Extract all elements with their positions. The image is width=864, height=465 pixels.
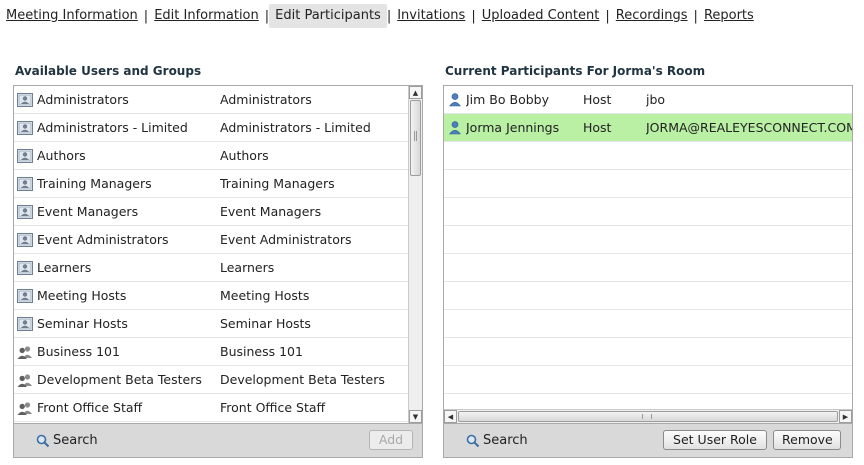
row-name: Front Office Staff bbox=[37, 400, 143, 415]
row-group: Business 101 bbox=[220, 344, 303, 359]
empty-row bbox=[444, 142, 852, 170]
tab-reports[interactable]: Reports bbox=[698, 4, 760, 28]
participants-search-label: Search bbox=[483, 433, 528, 448]
row-group: Seminar Hosts bbox=[220, 316, 311, 331]
row-name: Event Administrators bbox=[37, 232, 169, 247]
scrollbar-thumb[interactable] bbox=[410, 100, 421, 176]
available-row[interactable]: Authors Authors bbox=[14, 142, 408, 170]
custom-group-icon bbox=[16, 343, 34, 361]
nav-tabs: Meeting Information | Edit Information | Edi… bbox=[0, 4, 760, 28]
row-name: Event Managers bbox=[37, 204, 139, 219]
empty-row bbox=[444, 366, 852, 394]
user-icon bbox=[446, 91, 464, 109]
participants-footer: Search Set User Role Remove bbox=[443, 424, 853, 458]
available-row[interactable]: Front Office Staff Front Office Staff bbox=[14, 394, 408, 422]
row-name: Learners bbox=[37, 260, 92, 275]
built-in-group-icon bbox=[16, 175, 34, 193]
available-row[interactable]: Training Managers Training Managers bbox=[14, 170, 408, 198]
row-group: Front Office Staff bbox=[220, 400, 326, 415]
row-name: Development Beta Testers bbox=[37, 372, 202, 387]
row-name: Seminar Hosts bbox=[37, 316, 128, 331]
participant-name: Jim Bo Bobby bbox=[466, 92, 549, 107]
row-group: Event Administrators bbox=[220, 232, 352, 247]
set-user-role-button[interactable]: Set User Role bbox=[663, 430, 767, 450]
magnifier-icon bbox=[466, 434, 480, 447]
available-row[interactable]: Administrators Administrators bbox=[14, 86, 408, 114]
tab-edit-information[interactable]: Edit Information bbox=[148, 4, 265, 28]
row-group: Authors bbox=[220, 148, 269, 163]
participant-row[interactable]: Jim Bo Bobby Host jbo bbox=[444, 86, 852, 114]
tab-meeting-information[interactable]: Meeting Information bbox=[0, 4, 144, 28]
participants-panel-title: Current Participants For Jorma's Room bbox=[445, 64, 706, 78]
participant-name: Jorma Jennings bbox=[466, 120, 560, 135]
row-group: Meeting Hosts bbox=[220, 288, 310, 303]
available-list[interactable]: Administrators Administrators Administrato… bbox=[13, 85, 423, 424]
built-in-group-icon bbox=[16, 119, 34, 137]
available-row[interactable]: Meeting Hosts Meeting Hosts bbox=[14, 282, 408, 310]
tab-uploaded-content[interactable]: Uploaded Content bbox=[476, 4, 606, 28]
available-row[interactable]: Seminar Hosts Seminar Hosts bbox=[14, 310, 408, 338]
user-icon bbox=[446, 119, 464, 137]
row-group: Training Managers bbox=[220, 176, 335, 191]
row-name: Authors bbox=[37, 148, 86, 163]
tab-invitations[interactable]: Invitations bbox=[391, 4, 471, 28]
participant-login: JORMA@REALEYESCONNECT.COM bbox=[646, 120, 853, 135]
row-name: Meeting Hosts bbox=[37, 288, 127, 303]
row-group: Event Managers bbox=[220, 204, 322, 219]
participant-role: Host bbox=[583, 120, 612, 135]
available-footer: Search Add bbox=[13, 424, 423, 458]
built-in-group-icon bbox=[16, 231, 34, 249]
empty-row bbox=[444, 226, 852, 254]
scroll-down-arrow-icon[interactable]: ▼ bbox=[409, 410, 422, 423]
magnifier-icon bbox=[36, 434, 50, 447]
row-name: Training Managers bbox=[37, 176, 152, 191]
tab-recordings[interactable]: Recordings bbox=[610, 4, 694, 28]
custom-group-icon bbox=[16, 371, 34, 389]
empty-row bbox=[444, 338, 852, 366]
add-button[interactable]: Add bbox=[369, 430, 413, 450]
empty-row bbox=[444, 198, 852, 226]
row-name: Administrators bbox=[37, 92, 129, 107]
built-in-group-icon bbox=[16, 287, 34, 305]
available-row[interactable]: Administrators - Limited Administrators -… bbox=[14, 114, 408, 142]
built-in-group-icon bbox=[16, 315, 34, 333]
participants-list[interactable]: Jim Bo Bobby Host jbo Jorma Jennings Host JOR… bbox=[443, 85, 853, 424]
built-in-group-icon bbox=[16, 259, 34, 277]
available-row[interactable]: Development Beta Testers Development Beta… bbox=[14, 366, 408, 394]
available-row[interactable]: Business 101 Business 101 bbox=[14, 338, 408, 366]
empty-row bbox=[444, 310, 852, 338]
available-search-label: Search bbox=[53, 433, 98, 448]
available-row[interactable]: Event Managers Event Managers bbox=[14, 198, 408, 226]
scrollbar-thumb[interactable] bbox=[458, 411, 838, 422]
row-group: Learners bbox=[220, 260, 275, 275]
available-search-button[interactable]: Search bbox=[36, 433, 98, 448]
row-group: Administrators - Limited bbox=[220, 120, 371, 135]
empty-row bbox=[444, 282, 852, 310]
row-name: Administrators - Limited bbox=[37, 120, 188, 135]
scroll-up-arrow-icon[interactable]: ▲ bbox=[409, 86, 422, 99]
participants-search-button[interactable]: Search bbox=[466, 433, 528, 448]
available-vertical-scrollbar[interactable]: ▲ ▼ bbox=[408, 86, 422, 423]
participant-login: jbo bbox=[646, 92, 666, 107]
participants-horizontal-scrollbar[interactable]: ◀ ▶ bbox=[444, 409, 852, 423]
scroll-left-arrow-icon[interactable]: ◀ bbox=[444, 410, 457, 423]
empty-row bbox=[444, 254, 852, 282]
tab-edit-participants[interactable]: Edit Participants bbox=[269, 4, 387, 28]
custom-group-icon bbox=[16, 399, 34, 417]
scroll-right-arrow-icon[interactable]: ▶ bbox=[839, 410, 852, 423]
remove-button[interactable]: Remove bbox=[773, 430, 841, 450]
built-in-group-icon bbox=[16, 203, 34, 221]
row-name: Business 101 bbox=[37, 344, 120, 359]
built-in-group-icon bbox=[16, 147, 34, 165]
row-group: Administrators bbox=[220, 92, 312, 107]
available-row[interactable]: Learners Learners bbox=[14, 254, 408, 282]
participant-role: Host bbox=[583, 92, 612, 107]
available-row[interactable]: Event Administrators Event Administrators bbox=[14, 226, 408, 254]
participant-row[interactable]: Jorma Jennings Host JORMA@REALEYESCONNECT.… bbox=[444, 114, 853, 142]
empty-row bbox=[444, 170, 852, 198]
available-panel-title: Available Users and Groups bbox=[15, 64, 202, 78]
built-in-group-icon bbox=[16, 91, 34, 109]
row-group: Development Beta Testers bbox=[220, 372, 385, 387]
